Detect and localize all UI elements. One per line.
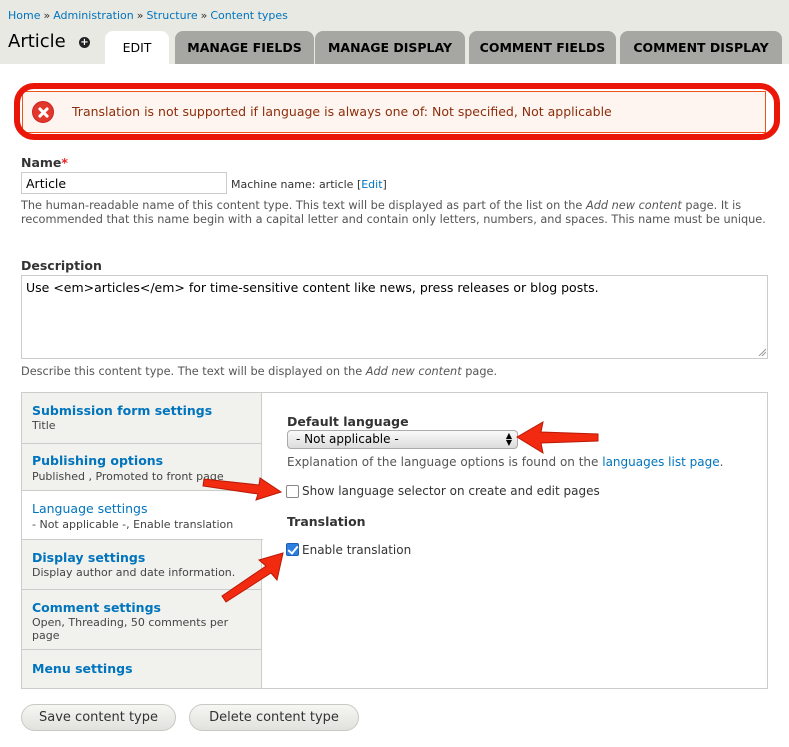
tab-manage-fields[interactable]: MANAGE FIELDS <box>175 31 314 64</box>
breadcrumb-structure[interactable]: Structure <box>146 9 197 22</box>
default-language-value: - Not applicable - <box>296 432 399 446</box>
vtab-menu-settings[interactable]: Menu settings <box>22 650 262 688</box>
tab-comment-display[interactable]: COMMENT DISPLAY <box>620 31 782 64</box>
vertical-tabs-list: Submission form settings Title Publishin… <box>22 393 263 688</box>
vtab-comment-settings[interactable]: Comment settings Open, Threading, 50 com… <box>22 590 262 650</box>
breadcrumb-separator: » <box>43 9 51 22</box>
page-header: Home» Administration» Structure» Content ty… <box>0 0 789 64</box>
breadcrumb-separator: » <box>136 9 144 22</box>
name-description-text: The human-readable name of this content … <box>21 199 583 212</box>
page-title: Article <box>8 31 66 52</box>
vtab-summary: - Not applicable -, Enable translation <box>32 518 234 531</box>
resize-grip-icon[interactable] <box>758 348 766 356</box>
vtab-summary: Title <box>32 419 56 432</box>
breadcrumb: Home» Administration» Structure» Content ty… <box>8 9 288 22</box>
vtab-publishing-options[interactable]: Publishing options Published , Promoted … <box>22 444 262 491</box>
breadcrumb-separator: » <box>200 9 208 22</box>
breadcrumb-content-types[interactable]: Content types <box>210 9 288 22</box>
breadcrumb-home[interactable]: Home <box>8 9 40 22</box>
language-help-period: . <box>719 455 724 469</box>
machine-name-text: Machine name: article [ <box>231 178 362 191</box>
vtab-title: Language settings <box>32 501 148 516</box>
name-label-text: Name <box>21 155 62 170</box>
vtab-title: Publishing options <box>32 453 164 468</box>
required-marker: * <box>61 155 68 170</box>
vtab-submission-form-settings[interactable]: Submission form settings Title <box>22 393 262 444</box>
name-input[interactable] <box>21 172 227 194</box>
description-help: Describe this content type. The text wil… <box>21 365 771 379</box>
vtab-title: Display settings <box>32 550 146 565</box>
description-help-text: Describe this content type. The text wil… <box>21 365 363 378</box>
tab-comment-fields[interactable]: COMMENT FIELDS <box>469 31 616 64</box>
translation-heading: Translation <box>287 514 366 529</box>
vtab-display-settings[interactable]: Display settings Display author and date… <box>22 540 262 590</box>
delete-content-type-button[interactable]: Delete content type <box>189 704 359 731</box>
description-textarea[interactable]: Use <em>articles</em> for time-sensitive… <box>21 275 768 359</box>
breadcrumb-administration[interactable]: Administration <box>53 9 134 22</box>
machine-name-bracket: ] <box>382 178 387 191</box>
highlight-ring <box>14 83 780 140</box>
description-help-em: Add new content <box>365 365 462 378</box>
vtab-title: Menu settings <box>32 661 133 676</box>
save-content-type-button[interactable]: Save content type <box>21 704 176 731</box>
select-updown-icon: ▲ ▼ <box>505 431 513 447</box>
vtab-language-settings[interactable]: Language settings - Not applicable -, En… <box>22 491 263 540</box>
vtab-title: Comment settings <box>32 600 161 615</box>
add-shortcut-icon[interactable]: + <box>79 37 90 48</box>
show-language-selector-label: Show language selector on create and edi… <box>302 484 600 498</box>
language-help-text: Explanation of the language options is f… <box>287 455 599 469</box>
name-description: The human-readable name of this content … <box>21 199 771 226</box>
vtab-summary: Published , Promoted to front page <box>32 470 224 483</box>
vtab-summary: Display author and date information. <box>32 566 236 579</box>
enable-translation-checkbox[interactable] <box>286 543 299 556</box>
description-help-suffix: page. <box>465 365 498 378</box>
default-language-select[interactable]: - Not applicable - ▲ ▼ <box>287 430 518 449</box>
languages-list-page-link[interactable]: languages list page <box>602 455 719 469</box>
name-description-em: Add new content <box>585 199 682 212</box>
vtab-summary: Open, Threading, 50 comments per page <box>32 616 229 642</box>
tab-edit[interactable]: EDIT <box>105 31 169 64</box>
vtab-title: Submission form settings <box>32 403 213 418</box>
default-language-label: Default language <box>287 414 409 429</box>
tab-manage-display[interactable]: MANAGE DISPLAY <box>315 31 465 64</box>
name-label: Name* <box>21 155 68 170</box>
enable-translation-label: Enable translation <box>302 543 412 557</box>
machine-name: Machine name: article [Edit] <box>231 178 387 191</box>
language-help: Explanation of the language options is f… <box>287 455 723 469</box>
show-language-selector-checkbox[interactable] <box>286 485 299 498</box>
description-label: Description <box>21 258 102 273</box>
machine-name-edit-link[interactable]: Edit <box>361 178 382 191</box>
